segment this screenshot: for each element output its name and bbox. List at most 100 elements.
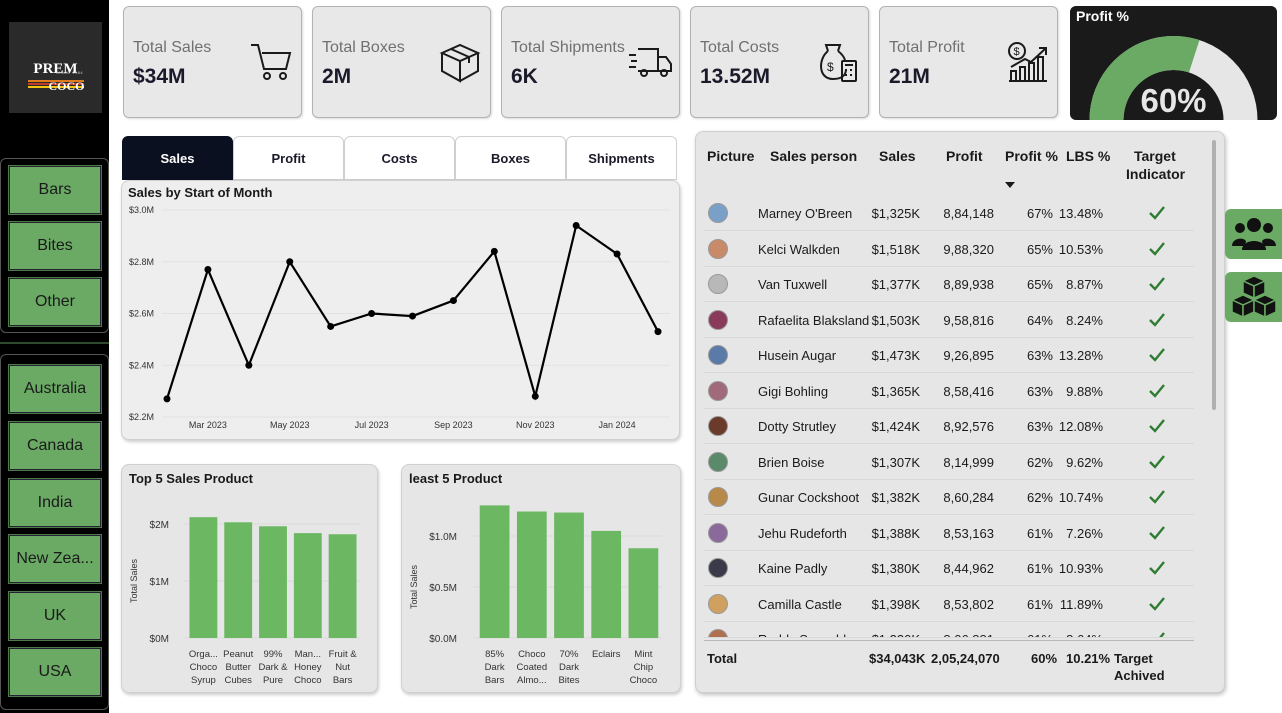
tab-profit[interactable]: Profit <box>233 136 344 180</box>
table-row[interactable]: Camilla Castle $1,398K 8,53,802 61% 11.89% <box>704 587 1194 622</box>
sort-descending-icon <box>1005 182 1015 188</box>
table-row[interactable]: Roddy Speechley$1,330K 8,06,881 61%8.64% <box>704 622 1194 638</box>
bar[interactable] <box>554 512 584 638</box>
bar[interactable] <box>328 534 357 638</box>
kpi-total-costs: Total Costs 13.52M $ <box>690 6 869 118</box>
slicer-other[interactable]: Other <box>8 277 102 327</box>
bar[interactable] <box>189 517 218 638</box>
col-header-sales-person[interactable]: Sales person <box>770 148 857 164</box>
x-tick-label: Butter <box>226 662 251 673</box>
slicer-australia[interactable]: Australia <box>8 364 102 414</box>
x-tick-label: Nut <box>335 662 350 673</box>
data-point[interactable] <box>286 258 294 266</box>
table-row[interactable]: Gigi Bohling $1,365K 8,58,416 63% 9.88% <box>704 374 1194 409</box>
bar[interactable] <box>259 526 287 638</box>
data-point[interactable] <box>449 297 457 305</box>
bar[interactable] <box>479 505 510 638</box>
bar[interactable] <box>628 548 659 638</box>
boxes-icon <box>1230 275 1277 319</box>
cell-sales: $1,307K <box>871 454 920 470</box>
tab-label: Costs <box>381 150 418 166</box>
data-point[interactable] <box>613 250 621 258</box>
avatar <box>708 309 728 330</box>
bar[interactable] <box>293 533 322 638</box>
x-tick-label: 85% <box>485 649 505 660</box>
slicer-uk[interactable]: UK <box>8 591 102 641</box>
slicer-india[interactable]: India <box>8 478 102 528</box>
check-icon <box>1149 277 1165 291</box>
table-scrollbar[interactable] <box>1212 140 1216 410</box>
data-point[interactable] <box>368 310 376 317</box>
logo-text-coco: COCO <box>48 78 85 93</box>
slicer-new-zealand[interactable]: New Zea... <box>8 534 102 584</box>
kpi-total-profit: Total Profit 21M $ <box>879 6 1058 118</box>
table-row[interactable]: Gunar Cockshoot $1,382K 8,60,284 62% 10.74% <box>704 480 1194 515</box>
table-row[interactable]: Dotty Strutley $1,424K 8,92,576 63% 12.08% <box>704 409 1194 444</box>
tab-label: Sales <box>160 150 195 166</box>
avatar <box>708 522 728 543</box>
table-row[interactable]: Jehu Rudeforth $1,388K 8,53,163 61% 7.26% <box>704 516 1194 551</box>
box-icon <box>439 43 481 83</box>
table-row[interactable]: Kelci Walkden $1,518K 9,88,320 65% 10.53% <box>704 232 1194 267</box>
cell-profit: 8,14,999 <box>943 454 994 470</box>
tab-costs[interactable]: Costs <box>344 136 455 180</box>
table-row[interactable]: Brien Boise $1,307K 8,14,999 62% 9.62% <box>704 445 1194 480</box>
col-header-target[interactable]: Target <box>1134 148 1176 164</box>
bar[interactable] <box>224 522 253 638</box>
avatar <box>708 238 728 259</box>
table-row[interactable]: Kaine Padly $1,380K 8,44,962 61% 10.93% <box>704 551 1194 586</box>
col-header-picture[interactable]: Picture <box>707 148 754 164</box>
table-row[interactable]: Marney O'Breen $1,325K 8,84,148 67% 13.48% <box>704 196 1194 231</box>
least5-products-chart: least 5 Product $1.0M $0.5M $0.0M Total Sal… <box>401 464 681 693</box>
total-target: Target <box>1114 651 1153 666</box>
check-icon <box>1149 312 1165 327</box>
x-tick-label: Bars <box>485 675 505 686</box>
table-row[interactable]: Van Tuxwell $1,377K 8,89,938 65% 8.87% <box>704 267 1194 302</box>
col-header-lbs-pct[interactable]: LBS % <box>1066 148 1110 164</box>
data-point[interactable] <box>531 392 539 400</box>
x-tick-label: Orga... <box>189 649 218 660</box>
data-point[interactable] <box>572 222 580 230</box>
people-nav-button[interactable] <box>1225 209 1282 259</box>
tab-shipments[interactable]: Shipments <box>566 136 677 180</box>
cell-name: Kelci Walkden <box>758 241 840 257</box>
cell-name: Marney O'Breen <box>758 206 853 221</box>
tab-sales[interactable]: Sales <box>122 136 233 180</box>
data-point[interactable] <box>490 247 498 255</box>
col-header-profit-pct[interactable]: Profit % <box>1005 148 1058 164</box>
x-tick-label: 70% <box>559 649 579 660</box>
slicer-canada[interactable]: Canada <box>8 421 102 471</box>
table-row[interactable]: Husein Augar $1,473K 9,26,895 63% 13.28% <box>704 338 1194 373</box>
col-header-indicator[interactable]: Indicator <box>1126 166 1185 182</box>
x-tick-label: Cubes <box>224 675 252 686</box>
cell-profit-pct: 61% <box>1026 596 1053 612</box>
data-point[interactable] <box>204 266 212 274</box>
table-row[interactable]: Rafaelita Blaksland $1,503K 9,58,816 64% 8.2… <box>704 303 1194 338</box>
tab-boxes[interactable]: Boxes <box>455 136 566 180</box>
people-icon <box>1231 218 1276 250</box>
x-tick-label: Mint <box>634 649 652 660</box>
data-point[interactable] <box>163 395 171 403</box>
slicer-usa[interactable]: USA <box>8 647 102 697</box>
cell-lbs-pct: 13.48% <box>1058 206 1103 221</box>
x-tick-label: Mar 2023 <box>189 420 227 430</box>
data-point[interactable] <box>409 312 416 320</box>
x-tick-label: Nov 2023 <box>516 420 555 430</box>
col-header-sales[interactable]: Sales <box>879 148 916 164</box>
slicer-bites[interactable]: Bites <box>8 221 102 271</box>
data-point[interactable] <box>245 361 253 369</box>
cell-lbs-pct: 10.74% <box>1058 490 1103 505</box>
check-icon <box>1149 241 1165 256</box>
boxes-nav-button[interactable] <box>1225 272 1282 322</box>
col-header-profit[interactable]: Profit <box>946 148 983 164</box>
slicer-bars[interactable]: Bars <box>8 165 102 215</box>
cell-name: Rafaelita Blaksland <box>758 312 870 328</box>
bar[interactable] <box>516 511 547 638</box>
cell-profit-pct: 63% <box>1026 348 1053 363</box>
avatar <box>708 487 728 507</box>
bar[interactable] <box>591 530 622 638</box>
data-point[interactable] <box>327 322 335 330</box>
x-tick-label: Man... <box>295 649 321 660</box>
cell-sales: $1,382K <box>871 490 920 505</box>
data-point[interactable] <box>654 328 662 336</box>
